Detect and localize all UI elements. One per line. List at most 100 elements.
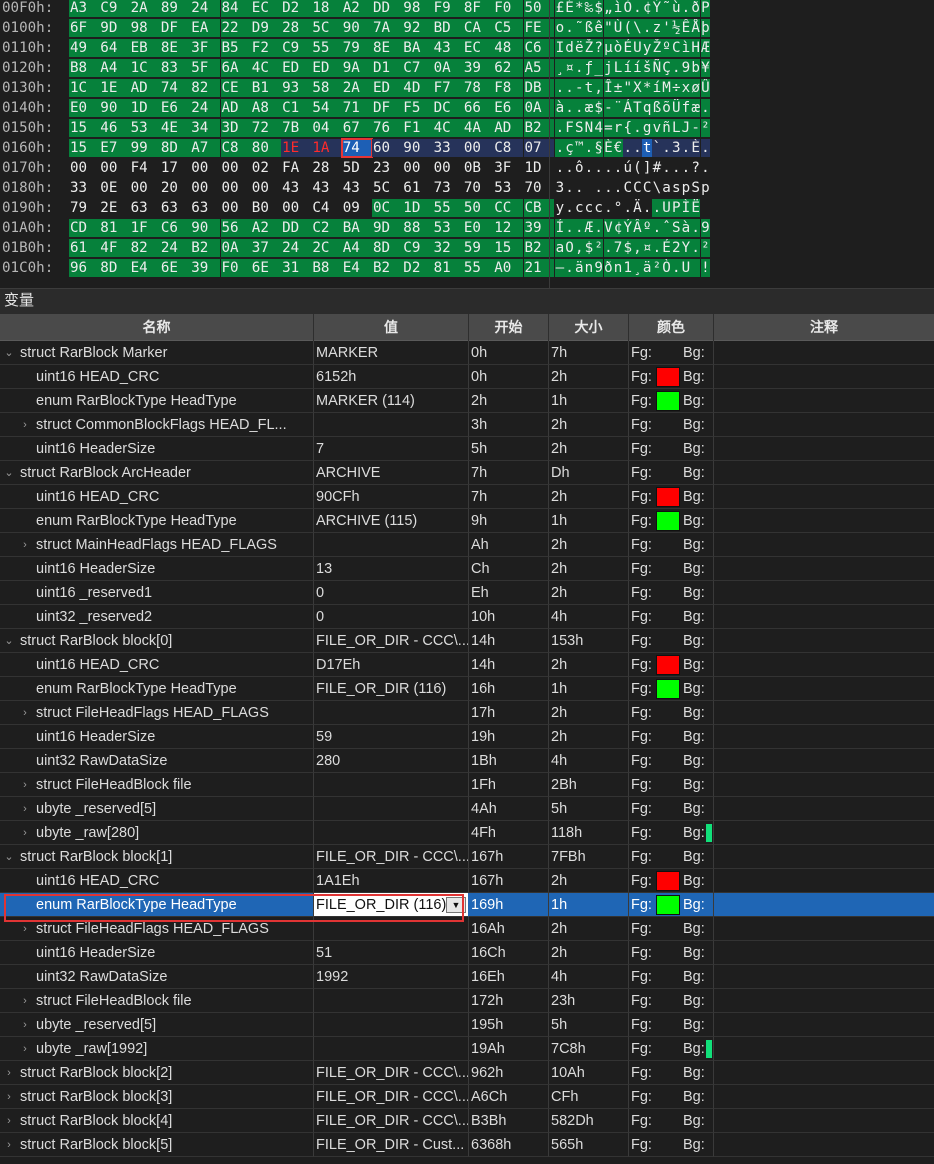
variable-note-cell[interactable] <box>714 1037 934 1061</box>
hex-byte[interactable]: 8F <box>462 0 494 17</box>
hex-ascii-char[interactable]: . <box>671 159 682 177</box>
variable-note-cell[interactable] <box>714 605 934 629</box>
hex-byte[interactable]: 5F <box>190 59 221 77</box>
hex-ascii-char[interactable]: ° <box>613 199 623 217</box>
hex-byte[interactable]: EC <box>462 39 494 57</box>
hex-ascii-char[interactable]: Y <box>681 239 691 257</box>
hex-row[interactable]: 0130h: 1C 1E AD 74 82 CE B1 93 58 2A ED 4D F7 78 F8 DB..… <box>0 78 934 98</box>
hex-ascii-char[interactable]: ± <box>613 79 623 97</box>
hex-ascii-char[interactable]: 3 <box>555 179 565 197</box>
expand-chevron-icon[interactable]: › <box>18 533 32 556</box>
variable-value-cell[interactable] <box>314 1013 469 1037</box>
hex-ascii-char[interactable]: ¢ <box>642 0 652 17</box>
hex-byte[interactable]: E6 <box>493 99 524 117</box>
hex-ascii-char[interactable]: U <box>661 199 672 217</box>
hex-ascii-char[interactable]: . <box>564 179 575 197</box>
hex-byte[interactable]: 1D <box>129 99 160 117</box>
hex-ascii-char[interactable]: . <box>700 99 711 117</box>
variable-value-cell[interactable]: 51 <box>314 941 469 965</box>
variable-color-cell[interactable]: Fg: Bg: <box>629 461 714 485</box>
hex-ascii-char[interactable]: . <box>690 219 701 237</box>
variable-value-cell[interactable]: 0 <box>314 605 469 629</box>
variable-row[interactable]: enum RarBlockType HeadType FILE_OR_DIR (1… <box>0 893 934 917</box>
hex-byte[interactable]: 00 <box>69 159 100 177</box>
hex-ascii-char[interactable]: . <box>574 59 585 77</box>
expand-chevron-icon[interactable]: › <box>18 773 32 796</box>
variable-note-cell[interactable] <box>714 989 934 1013</box>
hex-byte[interactable]: 28 <box>281 19 312 37</box>
fg-color-swatch[interactable] <box>656 391 680 411</box>
hex-byte[interactable]: A3 <box>69 0 100 17</box>
hex-byte[interactable]: 55 <box>432 199 463 217</box>
variable-note-cell[interactable] <box>714 557 934 581</box>
hex-byte[interactable]: 2C <box>311 239 342 257</box>
hex-byte[interactable]: 53 <box>493 179 524 197</box>
hex-byte[interactable]: 55 <box>462 259 494 277</box>
collapse-chevron-icon[interactable]: ⌄ <box>2 341 16 364</box>
hex-ascii-char[interactable]: $ <box>622 239 633 257</box>
hex-byte[interactable]: AD <box>220 99 251 117</box>
variable-color-cell[interactable]: Fg: Bg: <box>629 917 714 941</box>
variable-row[interactable]: uint32 _reserved2 0 10h 4h Fg: Bg: <box>0 605 934 629</box>
hex-byte[interactable]: E7 <box>99 139 130 157</box>
hex-byte[interactable]: E0 <box>462 219 494 237</box>
hex-byte[interactable]: 00 <box>250 179 282 197</box>
hex-byte[interactable]: 2A <box>341 79 372 97</box>
hex-row[interactable]: 01A0h: CD 81 1F C6 90 56 A2 DD C2 BA 9D 88 53 E0 12 39 Í.… <box>0 218 934 238</box>
hex-byte[interactable]: 60 <box>372 139 403 157</box>
variable-note-cell[interactable] <box>714 941 934 965</box>
hex-byte[interactable]: 17 <box>159 159 191 177</box>
hex-ascii-char[interactable]: y <box>555 199 565 217</box>
hex-byte[interactable]: 31 <box>281 259 312 277</box>
hex-ascii-char[interactable]: . <box>574 219 585 237</box>
variable-row[interactable]: › struct RarBlock block[4] FILE_OR_DIR - C… <box>0 1109 934 1133</box>
hex-ascii-char[interactable]: L <box>671 119 682 137</box>
hex-ascii-char[interactable]: . <box>564 79 575 97</box>
fg-color-swatch[interactable] <box>656 655 680 675</box>
variable-note-cell[interactable] <box>714 893 934 917</box>
variable-row[interactable]: › struct FileHeadFlags HEAD_FLAGS 16Ah 2h Fg… <box>0 917 934 941</box>
hex-ascii-char[interactable]: ² <box>700 119 711 137</box>
hex-byte[interactable]: 71 <box>341 99 372 117</box>
variable-note-cell[interactable] <box>714 965 934 989</box>
hex-ascii-char[interactable]: ‚ <box>574 239 585 257</box>
hex-ascii-char[interactable]: à <box>681 219 691 237</box>
hex-ascii-char[interactable]: . <box>603 179 614 197</box>
hex-ascii-char[interactable]: n <box>613 259 623 277</box>
hex-byte[interactable]: 63 <box>129 199 160 217</box>
hex-byte[interactable]: 1E <box>281 139 312 157</box>
hex-ascii-char[interactable]: Ž <box>584 39 594 57</box>
hex-ascii-char[interactable]: Í <box>555 219 565 237</box>
hex-byte[interactable]: C9 <box>281 39 312 57</box>
hex-byte[interactable]: 4F <box>99 239 130 257</box>
hex-ascii-char[interactable]: ? <box>690 159 701 177</box>
hex-byte[interactable]: 39 <box>462 59 494 77</box>
hex-ascii-char[interactable]: x <box>681 79 691 97</box>
variable-row[interactable]: › struct FileHeadBlock file 172h 23h Fg: Bg: <box>0 989 934 1013</box>
variable-row[interactable]: › struct FileHeadFlags HEAD_FLAGS 17h 2h Fg:… <box>0 701 934 725</box>
hex-byte[interactable]: 6A <box>220 59 251 77</box>
hex-ascii-char[interactable]: V <box>603 219 614 237</box>
variable-value-cell[interactable] <box>314 821 469 845</box>
hex-ascii-char[interactable]: # <box>652 159 662 177</box>
variable-row[interactable]: uint16 HeaderSize 51 16Ch 2h Fg: Bg: <box>0 941 934 965</box>
hex-byte[interactable]: 55 <box>311 39 342 57</box>
variable-note-cell[interactable] <box>714 485 934 509</box>
hex-ascii-char[interactable]: = <box>603 119 614 137</box>
variable-color-cell[interactable]: Fg: Bg: <box>629 725 714 749</box>
hex-ascii-char[interactable]: ú <box>622 159 633 177</box>
hex-byte[interactable]: F8 <box>493 79 524 97</box>
hex-ascii-char[interactable]: X <box>632 79 643 97</box>
column-header-name[interactable]: 名称 <box>0 314 314 341</box>
hex-byte[interactable]: 9D <box>372 219 403 237</box>
hex-byte[interactable]: 6E <box>250 259 282 277</box>
hex-byte[interactable]: 00 <box>220 159 251 177</box>
hex-ascii-char[interactable]: ð <box>603 259 614 277</box>
hex-ascii-char[interactable]: b <box>690 59 701 77</box>
hex-ascii-char[interactable]: ß <box>584 19 594 37</box>
hex-byte[interactable]: 00 <box>99 159 130 177</box>
hex-ascii-char[interactable]: . <box>555 159 565 177</box>
variable-row[interactable]: › struct CommonBlockFlags HEAD_FL... 3h 2h F… <box>0 413 934 437</box>
hex-byte[interactable]: 18 <box>311 0 342 17</box>
hex-byte[interactable]: 3F <box>493 159 524 177</box>
